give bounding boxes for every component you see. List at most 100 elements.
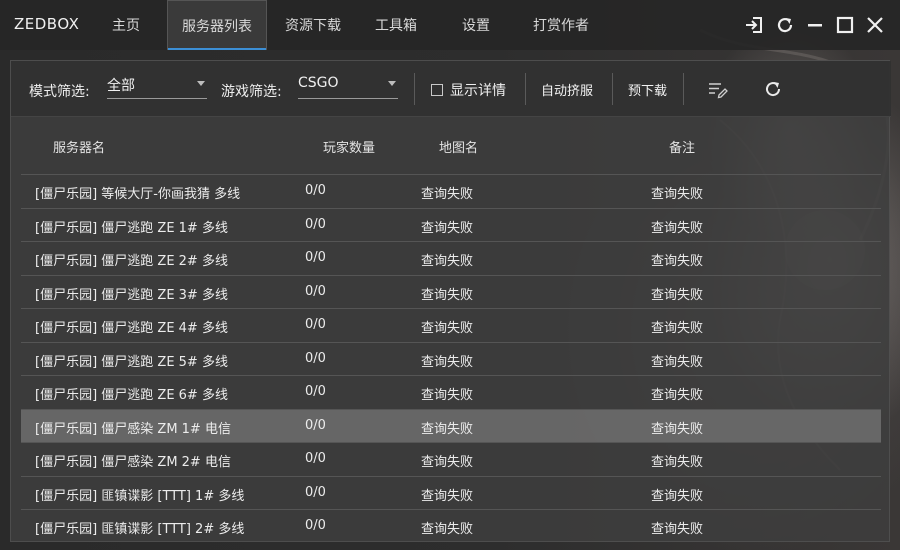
tab-donate[interactable]: 打赏作者 <box>525 0 597 50</box>
server-name-cell: [僵尸乐园] 等候大厅-你画我猜 多线 <box>35 187 241 202</box>
server-name-cell: [僵尸乐园] 僵尸逃跑 ZE 2# 多线 <box>35 254 228 269</box>
table-row[interactable]: [僵尸乐园] 僵尸感染 ZM 1# 电信 0/0 查询失败 查询失败 <box>21 408 881 442</box>
table-row[interactable]: [僵尸乐园] 等候大厅-你画我猜 多线 0/0 查询失败 查询失败 <box>21 174 881 208</box>
game-filter-select[interactable]: CSGO <box>298 73 398 99</box>
login-icon-glyph <box>746 17 762 33</box>
table-header: 服务器名 玩家数量 地图名 备注 <box>11 118 891 174</box>
refresh-icon-glyph <box>766 82 781 97</box>
server-name-cell: [僵尸乐园] 僵尸逃跑 ZE 3# 多线 <box>35 287 228 303</box>
note-cell: 查询失败 <box>651 220 704 236</box>
tab-settings[interactable]: 设置 <box>450 0 502 50</box>
mode-filter-select[interactable]: 全部 <box>107 73 207 99</box>
server-name-cell: [僵尸乐园] 匪镇谍影 [TTT] 2# 多线 <box>35 522 245 537</box>
server-name-cell: [僵尸乐园] 僵尸逃跑 ZE 5# 多线 <box>35 354 228 370</box>
player-count-cell: 0/0 <box>305 350 326 366</box>
player-count-cell: 0/0 <box>305 283 326 299</box>
checkbox-box[interactable] <box>431 84 443 96</box>
show-details-checkbox[interactable]: 显示详情 <box>431 80 506 100</box>
note-cell: 查询失败 <box>651 388 704 403</box>
mode-filter-label: 模式筛选: <box>29 84 90 100</box>
column-header-note[interactable]: 备注 <box>669 137 695 156</box>
refresh-window-icon[interactable] <box>773 13 797 37</box>
table-row[interactable]: [僵尸乐园] 匪镇谍影 [TTT] 2# 多线 0/0 查询失败 查询失败 <box>21 509 881 542</box>
player-count-cell: 0/0 <box>305 384 326 399</box>
table-row[interactable]: [僵尸乐园] 僵尸逃跑 ZE 5# 多线 0/0 查询失败 查询失败 <box>21 341 881 376</box>
table-row[interactable]: [僵尸乐园] 匪镇谍影 [TTT] 1# 多线 0/0 查询失败 查询失败 <box>21 475 881 510</box>
tab-resource-download[interactable]: 资源下载 <box>277 0 349 50</box>
server-name-cell: [僵尸乐园] 匪镇谍影 [TTT] 1# 多线 <box>35 488 245 504</box>
map-name-cell: 查询失败 <box>421 220 474 236</box>
list-edit-icon[interactable] <box>706 77 730 101</box>
filter-toolbar: 模式筛选: 全部 游戏筛选: CSGO 显示详情 自动挤服 预下载 <box>11 61 891 117</box>
game-filter-label: 游戏筛选: <box>221 84 282 100</box>
table-row[interactable]: [僵尸乐园] 僵尸逃跑 ZE 4# 多线 0/0 查询失败 查询失败 <box>21 308 881 342</box>
show-details-label: 显示详情 <box>450 83 506 99</box>
server-name-cell: [僵尸乐园] 僵尸感染 ZM 1# 电信 <box>35 421 231 437</box>
refresh-list-icon[interactable] <box>761 77 785 101</box>
player-count-cell: 0/0 <box>305 518 326 533</box>
column-header-players[interactable]: 玩家数量 <box>323 137 375 156</box>
note-cell: 查询失败 <box>651 354 704 370</box>
table-row[interactable]: [僵尸乐园] 僵尸感染 ZM 2# 电信 0/0 查询失败 查询失败 <box>21 442 881 476</box>
player-count-cell: 0/0 <box>305 451 326 466</box>
column-header-map[interactable]: 地图名 <box>439 137 478 156</box>
map-name-cell: 查询失败 <box>421 388 474 403</box>
tab-toolbox[interactable]: 工具箱 <box>365 0 427 50</box>
note-cell: 查询失败 <box>651 287 704 303</box>
note-cell: 查询失败 <box>651 254 704 269</box>
note-cell: 查询失败 <box>651 522 704 537</box>
server-table-body: [僵尸乐园] 等候大厅-你画我猜 多线 0/0 查询失败 查询失败 [僵尸乐园] 僵尸逃… <box>21 174 881 542</box>
maximize-icon[interactable] <box>833 13 857 37</box>
player-count-cell: 0/0 <box>305 317 326 332</box>
player-count-cell: 0/0 <box>305 250 326 265</box>
tab-home[interactable]: 主页 <box>100 0 152 50</box>
mode-filter-value: 全部 <box>107 78 135 94</box>
table-row[interactable]: [僵尸乐园] 僵尸逃跑 ZE 1# 多线 0/0 查询失败 查询失败 <box>21 207 881 242</box>
toolbar-divider <box>683 73 684 105</box>
predownload-button[interactable]: 预下载 <box>628 80 667 99</box>
tab-server-list[interactable]: 服务器列表 <box>167 0 267 50</box>
title-bar: ZEDBOX 主页 服务器列表 资源下载 工具箱 设置 打赏作者 <box>0 0 900 50</box>
map-name-cell: 查询失败 <box>421 354 474 370</box>
minimize-icon[interactable] <box>803 13 827 37</box>
login-icon[interactable] <box>742 13 766 37</box>
auto-join-button[interactable]: 自动挤服 <box>541 80 593 99</box>
minimize-icon-glyph <box>808 24 822 27</box>
map-name-cell: 查询失败 <box>421 321 474 336</box>
toolbar-divider <box>414 73 415 105</box>
column-header-name[interactable]: 服务器名 <box>53 137 105 156</box>
note-cell: 查询失败 <box>651 455 704 470</box>
map-name-cell: 查询失败 <box>421 421 474 437</box>
map-name-cell: 查询失败 <box>421 488 474 504</box>
server-name-cell: [僵尸乐园] 僵尸感染 ZM 2# 电信 <box>35 455 231 470</box>
note-cell: 查询失败 <box>651 321 704 336</box>
note-cell: 查询失败 <box>651 488 704 504</box>
chevron-down-icon <box>388 81 396 86</box>
map-name-cell: 查询失败 <box>421 187 474 202</box>
note-cell: 查询失败 <box>651 187 704 202</box>
refresh-icon-glyph <box>777 17 793 33</box>
toolbar-divider <box>612 73 613 105</box>
server-list-panel: 模式筛选: 全部 游戏筛选: CSGO 显示详情 自动挤服 预下载 服务器名 玩… <box>10 60 891 542</box>
table-row[interactable]: [僵尸乐园] 僵尸逃跑 ZE 6# 多线 0/0 查询失败 查询失败 <box>21 375 881 409</box>
map-name-cell: 查询失败 <box>421 287 474 303</box>
server-name-cell: [僵尸乐园] 僵尸逃跑 ZE 6# 多线 <box>35 388 228 403</box>
close-icon-glyph <box>867 17 883 33</box>
note-cell: 查询失败 <box>651 421 704 437</box>
toolbar-divider <box>525 73 526 105</box>
map-name-cell: 查询失败 <box>421 254 474 269</box>
player-count-cell: 0/0 <box>305 183 326 198</box>
close-icon[interactable] <box>863 13 887 37</box>
maximize-icon-glyph <box>836 16 854 34</box>
player-count-cell: 0/0 <box>305 216 326 232</box>
chevron-down-icon <box>197 81 205 86</box>
list-edit-icon-glyph <box>709 83 728 99</box>
server-name-cell: [僵尸乐园] 僵尸逃跑 ZE 1# 多线 <box>35 220 228 236</box>
table-row[interactable]: [僵尸乐园] 僵尸逃跑 ZE 2# 多线 0/0 查询失败 查询失败 <box>21 241 881 275</box>
map-name-cell: 查询失败 <box>421 522 474 537</box>
player-count-cell: 0/0 <box>305 484 326 500</box>
table-row[interactable]: [僵尸乐园] 僵尸逃跑 ZE 3# 多线 0/0 查询失败 查询失败 <box>21 274 881 309</box>
map-name-cell: 查询失败 <box>421 455 474 470</box>
server-name-cell: [僵尸乐园] 僵尸逃跑 ZE 4# 多线 <box>35 321 228 336</box>
app-title: ZEDBOX <box>14 15 80 33</box>
